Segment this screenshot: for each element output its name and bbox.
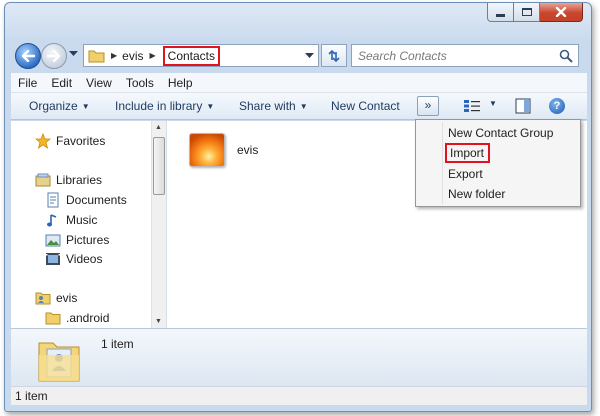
chevron-down-icon: ▼: [299, 102, 308, 111]
nav-evis[interactable]: evis: [35, 290, 77, 306]
nav-music[interactable]: Music: [45, 212, 97, 228]
refresh-icon: [328, 49, 340, 62]
include-in-library-label: Include in library: [115, 99, 203, 113]
address-dropdown-icon[interactable]: [305, 53, 314, 59]
search-icon[interactable]: [559, 49, 573, 63]
forward-button[interactable]: [41, 43, 67, 69]
back-arrow-icon: [21, 50, 35, 62]
refresh-button[interactable]: [321, 44, 347, 67]
nav-scrollbar[interactable]: ▲ ▼: [151, 121, 166, 328]
nav-favorites[interactable]: Favorites: [35, 133, 105, 149]
preview-pane-icon[interactable]: [515, 98, 531, 114]
overflow-menu: New Contact Group Import Export New fold…: [415, 119, 581, 207]
menu-item-export[interactable]: Export: [448, 167, 483, 181]
nav-label: Documents: [66, 193, 127, 207]
folder-icon: [88, 50, 105, 62]
file-label: evis: [237, 143, 259, 157]
share-with-button[interactable]: Share with ▼: [239, 99, 308, 113]
videos-icon: [45, 251, 61, 267]
menu-item-new-folder[interactable]: New folder: [448, 187, 505, 201]
menu-view[interactable]: View: [79, 76, 119, 90]
contact-photo-icon: [189, 133, 225, 167]
nav-label: Pictures: [66, 233, 110, 247]
details-pane: 1 item: [11, 328, 587, 386]
search-input[interactable]: [352, 47, 552, 64]
navigation-pane: Favorites Libraries Documents Music Pict…: [11, 121, 166, 328]
pictures-icon: [45, 232, 61, 248]
scroll-down-icon[interactable]: ▼: [155, 318, 162, 325]
forward-arrow-icon: [47, 50, 61, 62]
scroll-thumb[interactable]: [153, 137, 165, 195]
breadcrumb-separator-icon: ▶: [111, 51, 118, 60]
nav-label: Videos: [66, 252, 103, 266]
change-view-icon[interactable]: [463, 99, 481, 113]
nav-label: Libraries: [56, 173, 103, 187]
maximize-button[interactable]: [514, 3, 540, 22]
breadcrumb-contacts[interactable]: Contacts: [162, 45, 221, 66]
folder-icon: [45, 310, 61, 326]
nav-label: evis: [56, 291, 78, 305]
organize-label: Organize: [29, 99, 78, 113]
documents-icon: [45, 192, 61, 208]
nav-label: .android: [66, 311, 110, 325]
status-item-count: 1 item: [15, 389, 48, 403]
nav-libraries[interactable]: Libraries: [35, 172, 102, 188]
share-with-label: Share with: [239, 99, 296, 113]
menu-item-import[interactable]: Import: [445, 143, 491, 163]
back-button[interactable]: [15, 43, 41, 69]
menu-item-new-contact-group[interactable]: New Contact Group: [448, 126, 553, 140]
breadcrumb-separator-icon: ▶: [149, 51, 156, 60]
nav-videos[interactable]: Videos: [45, 251, 102, 267]
recent-pages-dropdown-icon[interactable]: [69, 51, 78, 57]
list-item[interactable]: evis: [189, 133, 258, 167]
nav-label: Music: [66, 213, 98, 227]
music-icon: [45, 212, 61, 228]
explorer-window: ▶ evis ▶ Contacts File Edit: [4, 2, 592, 412]
address-row: ▶ evis ▶ Contacts: [5, 41, 591, 71]
library-icon: [35, 172, 51, 188]
nav-android[interactable]: .android: [45, 310, 109, 326]
help-icon[interactable]: ?: [549, 98, 565, 114]
command-overflow-button[interactable]: »: [417, 96, 439, 116]
scroll-up-icon[interactable]: ▲: [155, 124, 162, 131]
details-item-count: 1 item: [101, 337, 134, 351]
nav-pictures[interactable]: Pictures: [45, 232, 109, 248]
close-icon: [555, 7, 567, 17]
menu-file[interactable]: File: [11, 76, 44, 90]
search-box[interactable]: [351, 44, 579, 67]
menu-bar: File Edit View Tools Help: [11, 73, 587, 93]
menu-tools[interactable]: Tools: [119, 76, 161, 90]
maximize-icon: [521, 8, 532, 16]
address-bar[interactable]: ▶ evis ▶ Contacts: [83, 44, 319, 67]
chevron-down-icon: ▼: [206, 102, 215, 111]
command-bar: Organize ▼ Include in library ▼ Share with…: [11, 93, 587, 120]
chevron-down-icon: ▼: [81, 102, 90, 111]
user-folder-icon: [35, 290, 51, 306]
new-contact-button[interactable]: New Contact: [331, 99, 400, 113]
view-dropdown-icon[interactable]: ▼: [489, 99, 497, 108]
minimize-button[interactable]: [487, 3, 514, 22]
close-button[interactable]: [540, 3, 583, 22]
include-in-library-button[interactable]: Include in library ▼: [115, 99, 214, 113]
status-bar: 1 item: [11, 386, 587, 405]
nav-documents[interactable]: Documents: [45, 192, 127, 208]
breadcrumb-evis[interactable]: evis: [122, 49, 143, 63]
minimize-icon: [496, 13, 505, 17]
caption-buttons: [487, 3, 583, 22]
menu-edit[interactable]: Edit: [44, 76, 79, 90]
nav-label: Favorites: [56, 134, 106, 148]
organize-button[interactable]: Organize ▼: [29, 99, 90, 113]
menu-gutter: [442, 122, 443, 204]
menu-help[interactable]: Help: [161, 76, 200, 90]
folder-contacts-icon: [38, 342, 80, 382]
star-icon: [35, 133, 51, 149]
